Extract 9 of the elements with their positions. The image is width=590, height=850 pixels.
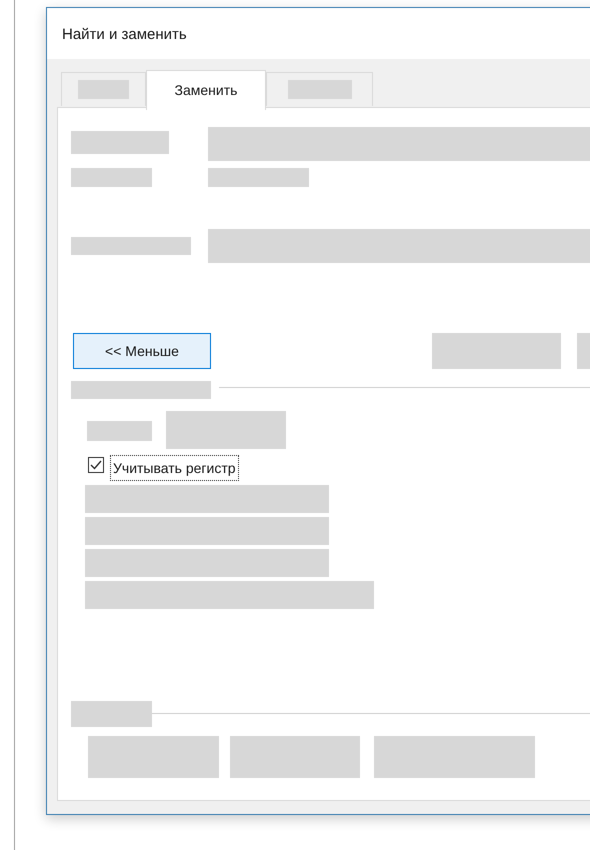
less-button[interactable]: << Меньше (73, 333, 211, 369)
checkmark-icon (90, 460, 102, 470)
redaction-block (87, 421, 152, 441)
checkbox[interactable] (88, 457, 104, 473)
checkbox-label[interactable]: Учитывать регистр (110, 455, 239, 481)
tab[interactable] (61, 72, 146, 106)
tab[interactable]: Заменить (146, 70, 266, 110)
tab[interactable] (266, 72, 373, 106)
window-title: Найти и заменить (62, 25, 187, 45)
